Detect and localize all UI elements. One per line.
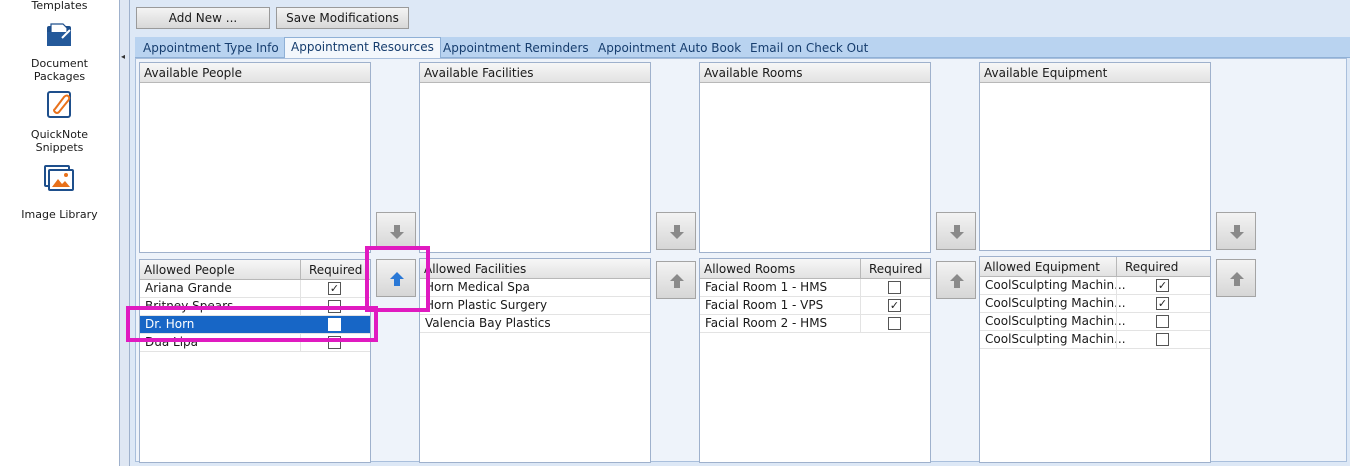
document-packages-icon[interactable]: [42, 18, 76, 48]
arrow-down-icon: [390, 225, 404, 239]
move-down-facilities-button[interactable]: [656, 212, 696, 250]
tab-appointment-reminders[interactable]: Appointment Reminders: [437, 39, 595, 58]
room-name: Facial Room 1 - VPS: [705, 298, 824, 312]
available-equipment-list[interactable]: Available Equipment: [979, 62, 1211, 251]
allowed-equipment-list[interactable]: Allowed Equipment Required CoolSculpting…: [979, 256, 1211, 463]
required-checkbox[interactable]: ✓: [328, 282, 341, 295]
people-required-column: Required: [300, 260, 362, 280]
tab-bar: Appointment Type Info Appointment Resour…: [135, 37, 1350, 59]
highlight-selected-person: [126, 306, 378, 342]
tab-appointment-auto-book[interactable]: Appointment Auto Book: [592, 39, 747, 58]
required-checkbox[interactable]: [888, 281, 901, 294]
available-rooms-header: Available Rooms: [700, 63, 930, 83]
move-down-rooms-button[interactable]: [936, 212, 976, 250]
sidebar-item-label: Image Library: [21, 208, 98, 221]
required-checkbox[interactable]: [888, 317, 901, 330]
available-rooms-list[interactable]: Available Rooms: [699, 62, 931, 253]
equipment-required-column: Required: [1116, 257, 1178, 277]
sidebar: Templates Document Packages QuickNote Sn…: [0, 0, 119, 466]
sidebar-item-quicknote-snippets[interactable]: QuickNote Snippets: [0, 128, 119, 154]
available-facilities-header: Available Facilities: [420, 63, 650, 83]
allowed-equipment-column: Allowed Equipment: [984, 260, 1100, 274]
sidebar-splitter[interactable]: ◂: [119, 0, 130, 466]
table-row[interactable]: CoolSculpting Machin...: [980, 313, 1210, 331]
move-down-people-button[interactable]: [376, 212, 416, 250]
allowed-equipment-header: Allowed Equipment Required: [980, 257, 1210, 277]
table-row[interactable]: Horn Plastic Surgery: [420, 297, 650, 315]
quicknote-snippets-icon[interactable]: [42, 89, 76, 119]
save-modifications-button[interactable]: Save Modifications: [276, 7, 409, 29]
move-up-equipment-button[interactable]: [1216, 259, 1256, 297]
allowed-facilities-list[interactable]: Allowed Facilities Horn Medical Spa Horn…: [419, 258, 651, 463]
tab-appointment-resources[interactable]: Appointment Resources: [284, 37, 441, 59]
table-row[interactable]: Horn Medical Spa: [420, 279, 650, 297]
required-checkbox[interactable]: ✓: [888, 299, 901, 312]
arrow-down-icon: [950, 225, 964, 239]
move-up-facilities-button[interactable]: [656, 261, 696, 299]
facility-name: Horn Plastic Surgery: [425, 298, 548, 312]
sidebar-item-label: Templates: [31, 0, 88, 12]
highlight-move-up-button: [365, 246, 430, 312]
required-checkbox[interactable]: [1156, 315, 1169, 328]
tab-appointment-type-info[interactable]: Appointment Type Info: [137, 39, 285, 58]
table-row[interactable]: Valencia Bay Plastics: [420, 315, 650, 333]
resources-content: Available People Allowed People Required…: [135, 58, 1347, 463]
table-row[interactable]: CoolSculpting Machin...: [980, 331, 1210, 349]
image-library-icon[interactable]: [42, 163, 76, 193]
facility-name: Valencia Bay Plastics: [425, 316, 551, 330]
arrow-up-icon: [1230, 272, 1244, 286]
available-equipment-header: Available Equipment: [980, 63, 1210, 83]
equipment-name: CoolSculpting Machin...: [985, 332, 1126, 346]
move-up-rooms-button[interactable]: [936, 261, 976, 299]
arrow-down-icon: [1230, 225, 1244, 239]
arrow-up-icon: [670, 274, 684, 288]
move-down-equipment-button[interactable]: [1216, 212, 1256, 250]
equipment-name: CoolSculpting Machin...: [985, 278, 1126, 292]
available-people-header: Available People: [140, 63, 370, 83]
add-new-button[interactable]: Add New ...: [136, 7, 270, 29]
arrow-up-icon: [950, 274, 964, 288]
table-row[interactable]: CoolSculpting Machin... ✓: [980, 295, 1210, 313]
table-row[interactable]: Facial Room 2 - HMS: [700, 315, 930, 333]
room-name: Facial Room 2 - HMS: [705, 316, 828, 330]
tab-email-on-check-out[interactable]: Email on Check Out: [744, 39, 874, 58]
equipment-name: CoolSculpting Machin...: [985, 314, 1126, 328]
allowed-rooms-header: Allowed Rooms Required: [700, 259, 930, 279]
sidebar-item-templates[interactable]: Templates: [0, 0, 119, 12]
allowed-people-list[interactable]: Allowed People Required Ariana Grande ✓ …: [139, 259, 371, 463]
required-checkbox[interactable]: [1156, 333, 1169, 346]
table-row[interactable]: Facial Room 1 - VPS ✓: [700, 297, 930, 315]
sidebar-item-image-library[interactable]: Image Library: [0, 208, 119, 221]
equipment-name: CoolSculpting Machin...: [985, 296, 1126, 310]
arrow-down-icon: [670, 225, 684, 239]
table-row[interactable]: CoolSculpting Machin... ✓: [980, 277, 1210, 295]
rooms-required-column: Required: [860, 259, 922, 279]
required-checkbox[interactable]: ✓: [1156, 279, 1169, 292]
table-row[interactable]: Ariana Grande ✓: [140, 280, 370, 298]
sidebar-item-label: Packages: [33, 70, 86, 83]
room-name: Facial Room 1 - HMS: [705, 280, 828, 294]
sidebar-item-label: Snippets: [35, 141, 84, 154]
facility-name: Horn Medical Spa: [425, 280, 530, 294]
allowed-people-header: Allowed People Required: [140, 260, 370, 280]
sidebar-item-label: Document: [31, 57, 88, 70]
sidebar-item-document-packages[interactable]: Document Packages: [0, 57, 119, 83]
available-people-list[interactable]: Available People: [139, 62, 371, 253]
person-name: Ariana Grande: [145, 281, 232, 295]
allowed-people-column: Allowed People: [144, 263, 235, 277]
main-area: Add New ... Save Modifications Appointme…: [130, 0, 1350, 466]
available-facilities-list[interactable]: Available Facilities: [419, 62, 651, 253]
sidebar-item-label: QuickNote: [30, 128, 89, 141]
collapse-sidebar-icon[interactable]: ◂: [121, 52, 125, 61]
allowed-facilities-header: Allowed Facilities: [420, 259, 650, 279]
allowed-rooms-list[interactable]: Allowed Rooms Required Facial Room 1 - H…: [699, 258, 931, 463]
required-checkbox[interactable]: ✓: [1156, 297, 1169, 310]
table-row[interactable]: Facial Room 1 - HMS: [700, 279, 930, 297]
allowed-rooms-column: Allowed Rooms: [704, 262, 796, 276]
